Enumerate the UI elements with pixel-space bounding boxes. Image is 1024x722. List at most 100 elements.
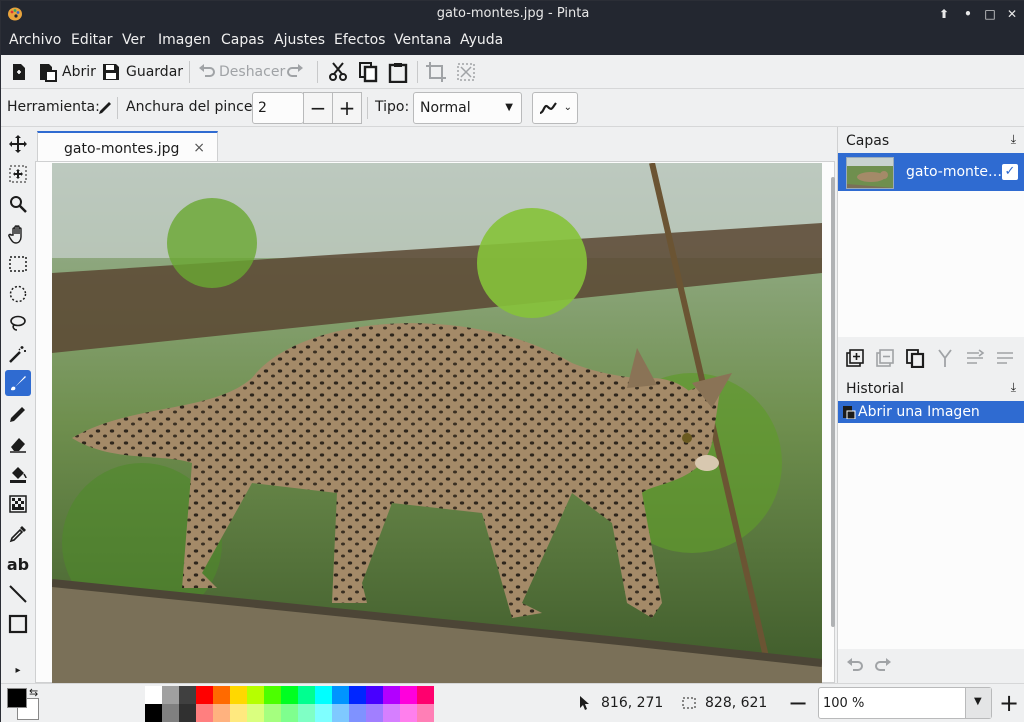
more-tools-button[interactable]: ▸ — [5, 657, 31, 683]
rectangle-select-tool[interactable] — [5, 251, 31, 277]
menu-archivo[interactable]: Archivo — [9, 32, 61, 48]
rectangle-tool[interactable] — [5, 611, 31, 637]
keep-above-icon[interactable]: ⬆ — [935, 5, 953, 23]
palette-swatch[interactable] — [145, 704, 162, 722]
antialiasing-select[interactable]: ⌄ — [532, 92, 578, 124]
palette-swatch[interactable] — [162, 686, 179, 704]
palette-swatch[interactable] — [332, 686, 349, 704]
redo-button[interactable] — [285, 59, 305, 85]
palette-swatch[interactable] — [315, 704, 332, 722]
swap-colors-icon[interactable]: ⇆ — [29, 686, 38, 699]
cut-button[interactable] — [327, 59, 349, 85]
crop-to-selection-button[interactable] — [425, 59, 447, 85]
new-image-button[interactable] — [9, 59, 29, 85]
palette-swatch[interactable] — [247, 704, 264, 722]
add-layer-button[interactable] — [842, 345, 868, 371]
palette-swatch[interactable] — [349, 686, 366, 704]
line-curve-tool[interactable] — [5, 581, 31, 607]
pencil-tool[interactable] — [5, 401, 31, 427]
palette-swatch[interactable] — [162, 704, 179, 722]
minimize-icon[interactable]: • — [959, 5, 977, 23]
brush-width-decrease-button[interactable]: − — [303, 92, 333, 124]
zoom-select[interactable]: 100 % ▼ — [818, 687, 992, 719]
paintbrush-tool[interactable] — [5, 370, 31, 396]
history-undo-button[interactable] — [842, 653, 868, 679]
palette-swatch[interactable] — [281, 686, 298, 704]
brush-width-input[interactable]: 2 — [252, 92, 304, 124]
palette-swatch[interactable] — [349, 704, 366, 722]
palette-swatch[interactable] — [366, 704, 383, 722]
palette-swatch[interactable] — [332, 704, 349, 722]
menu-capas[interactable]: Capas — [221, 32, 264, 48]
duplicate-layer-button[interactable] — [902, 345, 928, 371]
canvas-vertical-scrollbar[interactable] — [831, 177, 835, 627]
move-layer-down-button[interactable] — [992, 345, 1018, 371]
paste-button[interactable] — [387, 59, 409, 85]
layer-visibility-checkbox[interactable]: ✓ — [1002, 164, 1018, 180]
document-tab[interactable]: gato-montes.jpg × — [37, 131, 218, 161]
save-button[interactable]: Guardar — [101, 59, 183, 85]
layer-item[interactable]: gato-monte… ✓ — [838, 153, 1024, 191]
history-item[interactable]: Abrir una Imagen — [838, 401, 1024, 423]
gradient-tool[interactable] — [5, 491, 31, 517]
canvas-area[interactable] — [35, 161, 835, 683]
palette-swatch[interactable] — [213, 686, 230, 704]
palette-swatch[interactable] — [213, 704, 230, 722]
primary-color-swatch[interactable] — [7, 688, 27, 708]
palette-swatch[interactable] — [145, 686, 162, 704]
brush-width-increase-button[interactable]: + — [332, 92, 362, 124]
close-window-icon[interactable]: ✕ — [1003, 5, 1021, 23]
deselect-button[interactable] — [455, 59, 477, 85]
palette-swatch[interactable] — [315, 686, 332, 704]
paint-bucket-tool[interactable] — [5, 461, 31, 487]
palette-swatch[interactable] — [230, 686, 247, 704]
pin-icon[interactable]: ⤓ — [1011, 380, 1016, 395]
delete-layer-button[interactable] — [872, 345, 898, 371]
palette-swatch[interactable] — [383, 704, 400, 722]
palette-swatch[interactable] — [298, 704, 315, 722]
menu-ayuda[interactable]: Ayuda — [460, 32, 503, 48]
palette-swatch[interactable] — [417, 704, 434, 722]
palette-swatch[interactable] — [383, 686, 400, 704]
zoom-dropdown-button[interactable]: ▼ — [965, 688, 991, 718]
text-tool[interactable]: ab — [5, 551, 31, 577]
palette-swatch[interactable] — [400, 704, 417, 722]
copy-button[interactable] — [357, 59, 379, 85]
menu-imagen[interactable]: Imagen — [158, 32, 211, 48]
zoom-in-button[interactable]: + — [996, 688, 1022, 718]
palette-swatch[interactable] — [298, 686, 315, 704]
palette-swatch[interactable] — [400, 686, 417, 704]
palette-swatch[interactable] — [264, 704, 281, 722]
merge-layer-down-button[interactable] — [932, 345, 958, 371]
move-selected-tool[interactable] — [5, 131, 31, 157]
menu-ventana[interactable]: Ventana — [394, 32, 452, 48]
menu-editar[interactable]: Editar — [71, 32, 112, 48]
palette-swatch[interactable] — [230, 704, 247, 722]
lasso-select-tool[interactable] — [5, 311, 31, 337]
palette-swatch[interactable] — [264, 686, 281, 704]
menu-ajustes[interactable]: Ajustes — [274, 32, 325, 48]
palette-swatch[interactable] — [179, 704, 196, 722]
menu-ver[interactable]: Ver — [122, 32, 145, 48]
palette-swatch[interactable] — [196, 704, 213, 722]
maximize-icon[interactable]: □ — [981, 5, 999, 23]
history-redo-button[interactable] — [870, 653, 896, 679]
palette-swatch[interactable] — [417, 686, 434, 704]
zoom-tool[interactable] — [5, 191, 31, 217]
brush-type-select[interactable]: Normal ▼ — [413, 92, 522, 124]
menu-efectos[interactable]: Efectos — [334, 32, 385, 48]
image-canvas[interactable] — [52, 163, 822, 683]
palette-swatch[interactable] — [179, 686, 196, 704]
pin-icon[interactable]: ⤓ — [1011, 132, 1016, 147]
move-layer-up-button[interactable] — [962, 345, 988, 371]
move-selection-tool[interactable] — [5, 161, 31, 187]
close-tab-icon[interactable]: × — [193, 140, 205, 156]
eraser-tool[interactable] — [5, 431, 31, 457]
palette-swatch[interactable] — [247, 686, 264, 704]
color-picker-tool[interactable] — [5, 521, 31, 547]
palette-swatch[interactable] — [281, 704, 298, 722]
ellipse-select-tool[interactable] — [5, 281, 31, 307]
open-button[interactable]: Abrir — [37, 59, 96, 85]
palette-swatch[interactable] — [366, 686, 383, 704]
pan-tool[interactable] — [5, 221, 31, 247]
